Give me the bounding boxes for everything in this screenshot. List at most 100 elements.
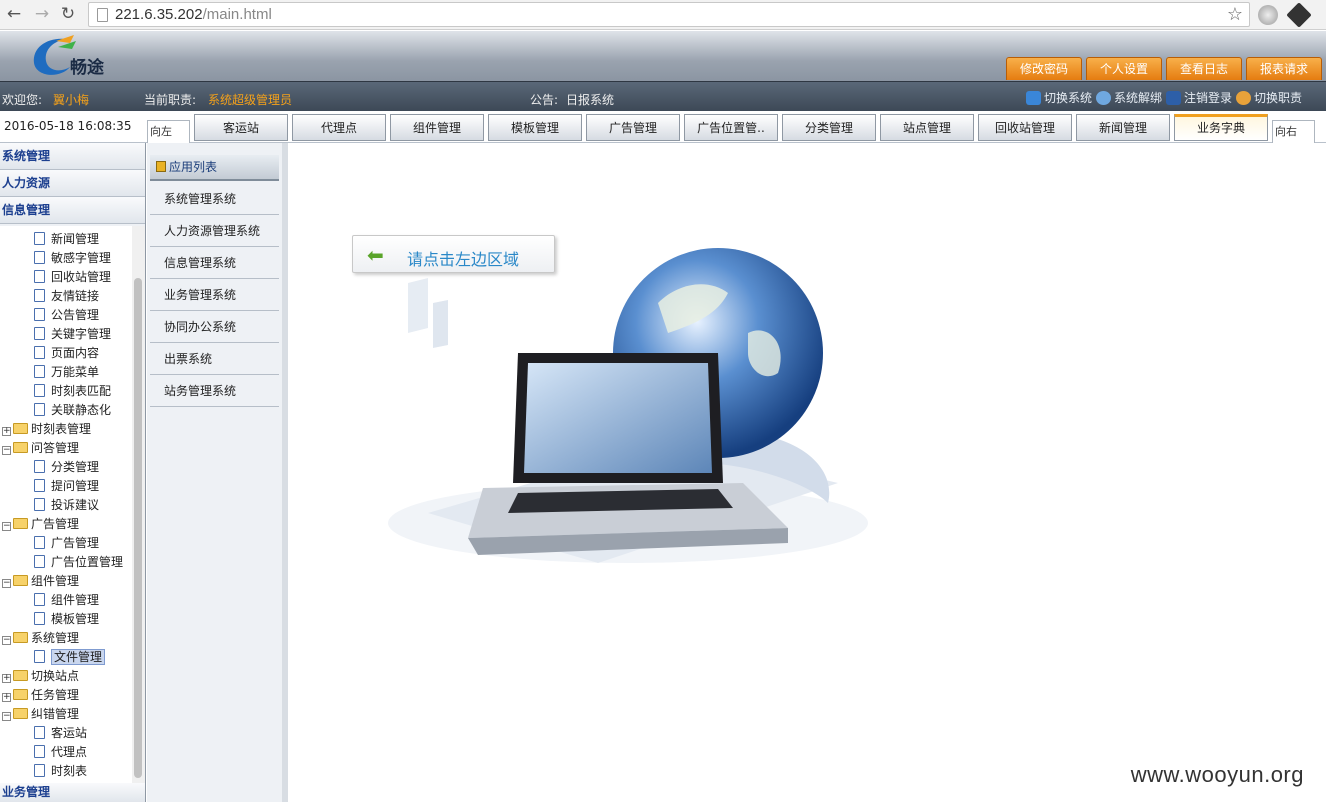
tree-folder[interactable]: − 组件管理 bbox=[2, 572, 79, 591]
app-station-system[interactable]: 站务管理系统 bbox=[150, 375, 279, 407]
tree-leaf[interactable]: 公告管理 bbox=[34, 306, 99, 325]
view-log-button[interactable]: 查看日志 bbox=[1166, 57, 1242, 80]
tree-folder[interactable]: + 任务管理 bbox=[2, 686, 79, 705]
report-request-button[interactable]: 报表请求 bbox=[1246, 57, 1322, 80]
tree-leaf[interactable]: 回收站管理 bbox=[34, 268, 111, 287]
tree-leaf[interactable]: 新闻管理 bbox=[34, 230, 99, 249]
folder-icon bbox=[13, 708, 28, 719]
tree-leaf[interactable]: 时刻表匹配 bbox=[34, 382, 111, 401]
tab-agent-point[interactable]: 代理点 bbox=[292, 114, 386, 141]
reload-icon[interactable]: ↻ bbox=[58, 4, 78, 24]
tree-leaf[interactable]: 关键字管理 bbox=[34, 325, 111, 344]
tree-node-label: 客运站 bbox=[51, 726, 88, 740]
expand-icon[interactable]: + bbox=[2, 674, 11, 683]
tree-folder[interactable]: − 问答管理 bbox=[2, 439, 79, 458]
tree-leaf[interactable]: 时刻表 bbox=[34, 762, 87, 781]
tree-folder[interactable]: + 时刻表管理 bbox=[2, 420, 91, 439]
tab-row: 2016-05-18 16:08:35 向左 客运站 代理点 组件管理 模板管理… bbox=[0, 111, 1326, 148]
tree-node-label: 提问管理 bbox=[51, 479, 100, 493]
hint-box: ⬅ 请点击左边区域 bbox=[352, 235, 555, 273]
section-system-mgmt[interactable]: 系统管理 bbox=[0, 143, 145, 170]
tree-folder[interactable]: − 广告管理 bbox=[2, 515, 79, 534]
tree-leaf[interactable]: 页面内容 bbox=[34, 344, 99, 363]
section-info-mgmt[interactable]: 信息管理 bbox=[0, 197, 145, 224]
person-icon bbox=[1235, 90, 1251, 105]
tree-node-label: 组件管理 bbox=[51, 593, 100, 607]
bookmark-star-icon[interactable]: ☆ bbox=[1227, 4, 1243, 25]
app-office-system[interactable]: 协同办公系统 bbox=[150, 311, 279, 343]
tab-template-mgmt[interactable]: 模板管理 bbox=[488, 114, 582, 141]
tree-leaf[interactable]: 广告位置管理 bbox=[34, 553, 123, 572]
app-info-system[interactable]: 信息管理系统 bbox=[150, 247, 279, 279]
change-password-button[interactable]: 修改密码 bbox=[1006, 57, 1082, 80]
app-list-panel: 应用列表 系统管理系统 人力资源管理系统 信息管理系统 业务管理系统 协同办公系… bbox=[147, 143, 288, 802]
folder-icon bbox=[13, 689, 28, 700]
tree-leaf[interactable]: 友情链接 bbox=[34, 287, 99, 306]
tree-leaf[interactable]: 模板管理 bbox=[34, 610, 99, 629]
tab-site-mgmt[interactable]: 站点管理 bbox=[880, 114, 974, 141]
tree-leaf[interactable]: 投诉建议 bbox=[34, 496, 99, 515]
tree-folder[interactable]: − 系统管理 bbox=[2, 629, 79, 648]
switch-role-link[interactable]: 切换职责 bbox=[1235, 89, 1302, 106]
browser-toolbar: ← → ↻ 221.6.35.202/main.html ☆ bbox=[0, 0, 1326, 30]
collapse-icon[interactable]: − bbox=[2, 446, 11, 455]
document-icon bbox=[34, 593, 45, 606]
app-business-system[interactable]: 业务管理系统 bbox=[150, 279, 279, 311]
user-name: 翼小梅 bbox=[53, 93, 90, 107]
expand-icon[interactable]: + bbox=[2, 693, 11, 702]
tab-ad-mgmt[interactable]: 广告管理 bbox=[586, 114, 680, 141]
tree-leaf[interactable]: 分类管理 bbox=[34, 458, 99, 477]
app-ticket-system[interactable]: 出票系统 bbox=[150, 343, 279, 375]
expand-icon[interactable]: + bbox=[2, 427, 11, 436]
tree-node-label: 组件管理 bbox=[31, 574, 80, 588]
document-icon bbox=[34, 764, 45, 777]
section-hr[interactable]: 人力资源 bbox=[0, 170, 145, 197]
collapse-icon[interactable]: − bbox=[2, 712, 11, 721]
document-icon bbox=[34, 650, 45, 663]
tree-leaf[interactable]: 文件管理 bbox=[34, 648, 106, 667]
tree-leaf[interactable]: 代理点 bbox=[34, 743, 87, 762]
tree-leaf[interactable]: 万能菜单 bbox=[34, 363, 99, 382]
app-system-mgmt[interactable]: 系统管理系统 bbox=[150, 183, 279, 215]
tree-leaf[interactable]: 广告管理 bbox=[34, 534, 99, 553]
app-hr-system[interactable]: 人力资源管理系统 bbox=[150, 215, 279, 247]
sidebar-scroll-thumb[interactable] bbox=[134, 278, 142, 778]
section-business-mgmt[interactable]: 业务管理 bbox=[0, 783, 145, 802]
user-icon bbox=[1095, 90, 1111, 105]
switch-system-link[interactable]: 切换系统 bbox=[1025, 89, 1092, 106]
collapse-icon[interactable]: − bbox=[2, 579, 11, 588]
tree-leaf[interactable]: 关联静态化 bbox=[34, 401, 111, 420]
tab-component-mgmt[interactable]: 组件管理 bbox=[390, 114, 484, 141]
back-icon[interactable]: ← bbox=[4, 4, 24, 24]
tree-leaf[interactable]: 敏感字管理 bbox=[34, 249, 111, 268]
forward-icon[interactable]: → bbox=[32, 4, 52, 24]
tab-bus-station[interactable]: 客运站 bbox=[194, 114, 288, 141]
tree-node-label: 纠错管理 bbox=[31, 707, 80, 721]
folder-icon bbox=[13, 670, 28, 681]
role-name: 系统超级管理员 bbox=[208, 93, 293, 107]
tree-leaf[interactable]: 组件管理 bbox=[34, 591, 99, 610]
document-icon bbox=[34, 536, 45, 549]
tab-ad-position-mgmt[interactable]: 广告位置管.. bbox=[684, 114, 778, 141]
tab-category-mgmt[interactable]: 分类管理 bbox=[782, 114, 876, 141]
collapse-icon[interactable]: − bbox=[2, 522, 11, 531]
logout-link[interactable]: 注销登录 bbox=[1165, 89, 1232, 106]
diamond-extension-icon[interactable] bbox=[1286, 2, 1312, 28]
unbind-system-link[interactable]: 系统解绑 bbox=[1095, 89, 1162, 106]
tab-recycle-mgmt[interactable]: 回收站管理 bbox=[978, 114, 1072, 141]
collapse-icon[interactable]: − bbox=[2, 636, 11, 645]
address-bar[interactable]: 221.6.35.202/main.html ☆ bbox=[88, 2, 1250, 27]
tree-node-label: 新闻管理 bbox=[51, 232, 100, 246]
tree-folder[interactable]: + 切换站点 bbox=[2, 667, 79, 686]
welcome-label: 欢迎您: bbox=[2, 93, 43, 107]
main-content: ⬅ 请点击左边区域 www.wooyun.org bbox=[288, 143, 1326, 802]
tree-leaf[interactable]: 客运站 bbox=[34, 724, 87, 743]
tree-folder[interactable]: − 纠错管理 bbox=[2, 705, 79, 724]
tab-business-dict[interactable]: 业务字典 bbox=[1174, 114, 1268, 141]
tree-node-label: 模板管理 bbox=[51, 612, 100, 626]
tree-leaf[interactable]: 提问管理 bbox=[34, 477, 99, 496]
personal-settings-button[interactable]: 个人设置 bbox=[1086, 57, 1162, 80]
document-icon bbox=[34, 460, 45, 473]
tab-news-mgmt[interactable]: 新闻管理 bbox=[1076, 114, 1170, 141]
globe-extension-icon[interactable] bbox=[1258, 5, 1278, 25]
